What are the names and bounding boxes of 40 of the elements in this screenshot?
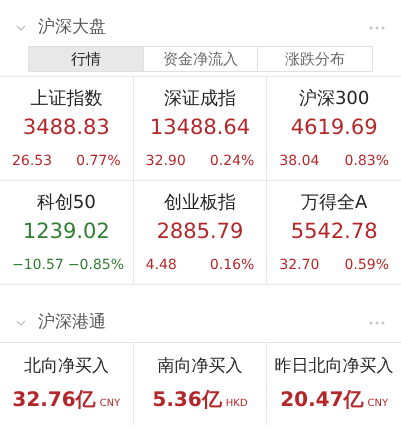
index-name: 科创50 xyxy=(36,190,96,215)
change-value: −10.57 xyxy=(12,256,64,276)
index-name: 沪深300 xyxy=(298,86,370,111)
change-value: 32.70 xyxy=(279,256,320,276)
index-name: 上证指数 xyxy=(30,86,102,111)
metric-value: 32.76亿 xyxy=(12,386,96,413)
index-name: 创业板指 xyxy=(164,190,236,215)
index-value: 13488.64 xyxy=(150,114,250,141)
currency-unit: HKD xyxy=(226,396,248,411)
change-percent: 0.83% xyxy=(344,152,389,172)
currency-unit: CNY xyxy=(368,396,388,411)
section-title: 沪深港通 xyxy=(38,310,106,334)
currency-unit: CNY xyxy=(100,396,120,411)
index-name: 万得全A xyxy=(301,190,368,215)
metric-value: 5.36亿 xyxy=(152,386,222,413)
change-value: 26.53 xyxy=(12,152,52,172)
change-percent: 0.59% xyxy=(344,256,389,276)
change-value: 4.48 xyxy=(146,256,177,276)
metric-name: 昨日北向净买入 xyxy=(274,355,394,378)
index-name: 深证成指 xyxy=(164,86,236,111)
change-percent: 0.77% xyxy=(76,152,121,172)
chevron-icon[interactable] xyxy=(16,320,26,326)
section-title: 沪深大盘 xyxy=(38,16,106,40)
chevron-icon[interactable] xyxy=(16,25,26,31)
index-value: 5542.78 xyxy=(290,218,378,245)
index-value: 3488.83 xyxy=(22,114,110,141)
metric-value: 20.47亿 xyxy=(280,386,364,413)
metric-name: 北向净买入 xyxy=(24,355,109,378)
index-value: 4619.69 xyxy=(290,114,378,141)
change-value: 38.04 xyxy=(279,152,320,172)
change-value: 32.90 xyxy=(146,152,186,172)
more-icon[interactable] xyxy=(369,26,385,30)
change-percent: 0.24% xyxy=(210,152,254,172)
segment-tab[interactable]: 行情 xyxy=(29,47,144,71)
change-percent: −0.85% xyxy=(68,256,124,276)
index-value: 2885.79 xyxy=(156,218,244,245)
more-icon[interactable] xyxy=(369,320,385,324)
change-percent: 0.16% xyxy=(210,256,254,276)
index-value: 1239.02 xyxy=(22,218,110,245)
metric-name: 南向净买入 xyxy=(157,355,242,378)
